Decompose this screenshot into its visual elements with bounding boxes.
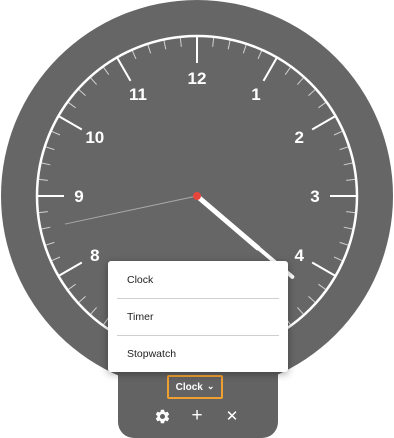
hour-numeral: 9: [74, 187, 83, 206]
center-dot: [193, 192, 201, 200]
menu-item-timer[interactable]: Timer: [108, 298, 288, 335]
mode-dropdown[interactable]: Clock ⌄: [167, 375, 223, 399]
close-icon: ✕: [225, 408, 239, 425]
hour-numeral: 4: [294, 246, 304, 265]
hour-numeral: 2: [294, 128, 303, 147]
settings-button[interactable]: [151, 405, 173, 427]
chevron-down-icon: ⌄: [206, 380, 215, 391]
add-button[interactable]: +: [186, 405, 208, 427]
menu-item-stopwatch[interactable]: Stopwatch: [108, 335, 288, 372]
mode-dropdown-label: Clock: [175, 381, 203, 393]
hour-numeral: 8: [90, 246, 99, 265]
close-button[interactable]: ✕: [221, 405, 243, 427]
hour-numeral: 12: [188, 69, 207, 88]
clock-widget: 121234567891011 Clock ⌄ + ✕ Clock Timer …: [0, 0, 394, 438]
menu-item-clock[interactable]: Clock: [108, 261, 288, 298]
hour-numeral: 10: [85, 128, 104, 147]
hour-numeral: 11: [129, 85, 147, 104]
hour-numeral: 3: [310, 187, 319, 206]
plus-icon: +: [191, 405, 203, 426]
hour-numeral: 1: [251, 85, 260, 104]
mode-menu: Clock Timer Stopwatch: [108, 261, 288, 372]
gear-icon: [155, 409, 169, 423]
